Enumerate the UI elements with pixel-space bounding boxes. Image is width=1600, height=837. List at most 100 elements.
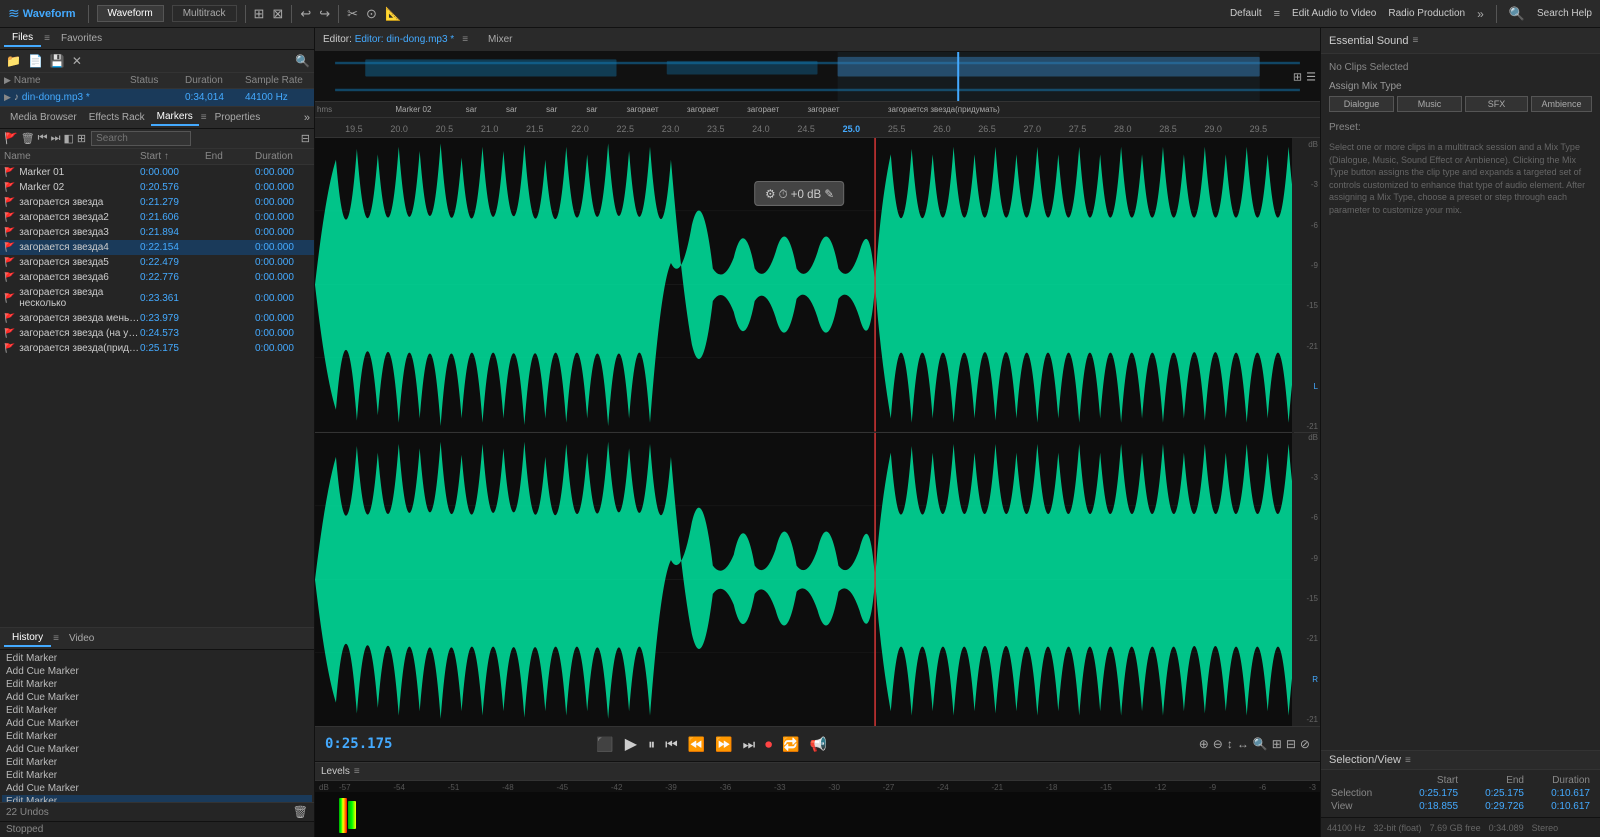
edit-audio-to-video-btn[interactable]: Edit Audio to Video	[1292, 8, 1376, 19]
tab-history[interactable]: History	[4, 630, 51, 647]
marker-row-2[interactable]: 🚩 загорается звезда 0:21.279 0:00.000	[0, 195, 314, 210]
history-item-10[interactable]: Add Cue Marker	[2, 782, 312, 795]
files-search-btn[interactable]: 🔍	[295, 54, 310, 68]
marker-delete-btn[interactable]: 🗑	[21, 132, 35, 145]
marker-row-10[interactable]: 🚩 загорается звезда (на убиваю... 0:24.5…	[0, 326, 314, 341]
zoom-btn-8[interactable]: ⊘	[1300, 737, 1310, 751]
marker-row-1[interactable]: 🚩 Marker 02 0:20.576 0:00.000	[0, 180, 314, 195]
tab-favorites[interactable]: Favorites	[53, 31, 110, 46]
marker-row-0[interactable]: 🚩 Marker 01 0:00.000 0:00.000	[0, 165, 314, 180]
output-btn[interactable]: 📢	[807, 734, 830, 755]
mix-type-ambience[interactable]: Ambience	[1531, 96, 1592, 112]
overview-list-btn[interactable]: ☰	[1306, 70, 1316, 83]
history-item-3[interactable]: Add Cue Marker	[2, 691, 312, 704]
stop-btn[interactable]: ⬛	[593, 734, 616, 755]
zoom-btn-3[interactable]: ↕	[1227, 737, 1233, 751]
save-file-btn[interactable]: 💾	[48, 53, 67, 69]
close-file-btn[interactable]: ✕	[70, 53, 84, 69]
tab-properties[interactable]: Properties	[209, 110, 267, 125]
search-icon-btn[interactable]: 🔍	[1509, 6, 1525, 22]
history-item-6[interactable]: Edit Marker	[2, 730, 312, 743]
sv-selection-start: 0:25.175	[1396, 787, 1462, 800]
radio-production-btn[interactable]: Radio Production	[1388, 8, 1465, 19]
history-item-7[interactable]: Add Cue Marker	[2, 743, 312, 756]
toolbar-icon-7[interactable]: 📐	[385, 6, 401, 22]
zoom-btn-2[interactable]: ⊖	[1213, 737, 1223, 751]
folder-btn[interactable]: 📁	[4, 53, 23, 69]
levels-menu-icon[interactable]: ≡	[354, 766, 360, 777]
marker-row-5[interactable]: 🚩 загорается звезда4 0:22.154 0:00.000	[0, 240, 314, 255]
markers-search-input[interactable]	[91, 131, 191, 146]
zoom-btn-5[interactable]: 🔍	[1253, 737, 1268, 751]
history-item-0[interactable]: Edit Marker	[2, 652, 312, 665]
zoom-btn-7[interactable]: ⊟	[1286, 737, 1296, 751]
toolbar-icon-2[interactable]: ⊠	[272, 6, 283, 22]
markers-menu-icon[interactable]: ≡	[199, 112, 209, 123]
more-workspaces-btn[interactable]: »	[1477, 7, 1484, 21]
loop-btn[interactable]: 🔁	[779, 734, 802, 755]
clear-history-btn[interactable]: 🗑	[293, 805, 308, 819]
marker-row-9[interactable]: 🚩 загорается звезда меньше не... 0:23.97…	[0, 311, 314, 326]
marker-add-btn[interactable]: 🚩	[4, 132, 18, 145]
history-item-9[interactable]: Edit Marker	[2, 769, 312, 782]
toolbar-icon-3[interactable]: ↩	[300, 6, 311, 22]
pause-btn[interactable]: ⏸	[645, 734, 658, 755]
file-row[interactable]: ▶ ♪ din-dong.mp3 * 0:34,014 44100 Hz	[0, 89, 314, 106]
zoom-btn-1[interactable]: ⊕	[1199, 737, 1209, 751]
marker-prev-btn[interactable]: ⏮	[38, 132, 48, 145]
marker-row-3[interactable]: 🚩 загорается звезда2 0:21.606 0:00.000	[0, 210, 314, 225]
waveform-tracks-area[interactable]: /* waveform drawn via rects below */	[315, 138, 1320, 726]
history-item-2[interactable]: Edit Marker	[2, 678, 312, 691]
marker-filter-btn[interactable]: ⊟	[301, 132, 310, 145]
zoom-btn-6[interactable]: ⊞	[1272, 737, 1282, 751]
tab-video[interactable]: Video	[61, 631, 102, 646]
waveform-overview[interactable]: ⊞ ☰	[315, 52, 1320, 102]
history-item-1[interactable]: Add Cue Marker	[2, 665, 312, 678]
tab-markers[interactable]: Markers	[151, 109, 199, 126]
expand-panels-btn[interactable]: »	[304, 112, 310, 124]
marker-next-btn[interactable]: ⏭	[51, 132, 61, 145]
to-start-btn[interactable]: ⏮	[662, 734, 681, 755]
history-item-11[interactable]: Edit Marker	[2, 795, 312, 802]
toolbar-icon-6[interactable]: ⊙	[366, 6, 377, 22]
history-item-4[interactable]: Edit Marker	[2, 704, 312, 717]
open-file-btn[interactable]: 📄	[26, 53, 45, 69]
toolbar-icon-5[interactable]: ✂	[347, 6, 358, 22]
toolbar-icon-1[interactable]: ⊞	[254, 6, 265, 22]
sv-menu-icon[interactable]: ≡	[1405, 755, 1411, 766]
toolbar-icon-4[interactable]: ↪	[319, 6, 330, 22]
mix-type-dialogue[interactable]: Dialogue	[1329, 96, 1394, 112]
mixer-tab[interactable]: Mixer	[488, 34, 512, 45]
record-btn[interactable]: ⏺	[762, 734, 775, 755]
play-btn[interactable]: ▶	[621, 732, 641, 756]
workspace-settings-icon[interactable]: ≡	[1274, 8, 1280, 20]
tab-multitrack[interactable]: Multitrack	[172, 5, 237, 22]
editor-menu-icon[interactable]: ≡	[462, 34, 468, 45]
tab-media-browser[interactable]: Media Browser	[4, 110, 83, 125]
tab-effects-rack[interactable]: Effects Rack	[83, 110, 151, 125]
mix-type-music[interactable]: Music	[1397, 96, 1462, 112]
rewind-btn[interactable]: ⏪	[685, 734, 708, 755]
marker-row-8[interactable]: 🚩 загорается звезда несколько 0:23.361 0…	[0, 285, 314, 311]
marker-row-7[interactable]: 🚩 загорается звезда6 0:22.776 0:00.000	[0, 270, 314, 285]
essential-sound-menu-icon[interactable]: ≡	[1413, 35, 1419, 46]
marker-row-4[interactable]: 🚩 загорается звезда3 0:21.894 0:00.000	[0, 225, 314, 240]
waveform-track-bottom[interactable]	[315, 433, 1320, 727]
history-menu-icon[interactable]: ≡	[51, 633, 61, 644]
tab-waveform[interactable]: Waveform	[97, 5, 164, 22]
mix-type-sfx[interactable]: SFX	[1465, 96, 1528, 112]
marker-row-11[interactable]: 🚩 загорается звезда(придумать) 0:25.175 …	[0, 341, 314, 356]
forward-btn[interactable]: ⏩	[712, 734, 735, 755]
history-item-8[interactable]: Edit Marker	[2, 756, 312, 769]
marker-row-6[interactable]: 🚩 загорается звезда5 0:22.479 0:00.000	[0, 255, 314, 270]
zoom-btn-4[interactable]: ↔	[1237, 737, 1249, 751]
waveform-track-top[interactable]: /* waveform drawn via rects below */	[315, 138, 1320, 433]
workspace-dropdown[interactable]: Default	[1230, 8, 1262, 19]
history-item-5[interactable]: Add Cue Marker	[2, 717, 312, 730]
marker-tool-2[interactable]: ⊞	[77, 132, 86, 145]
tab-files[interactable]: Files	[4, 30, 41, 47]
to-end-btn[interactable]: ⏭	[740, 734, 759, 755]
marker-tool-1[interactable]: ◧	[63, 132, 73, 145]
overview-zoom-in-btn[interactable]: ⊞	[1293, 70, 1302, 83]
files-menu-icon[interactable]: ≡	[41, 33, 53, 44]
